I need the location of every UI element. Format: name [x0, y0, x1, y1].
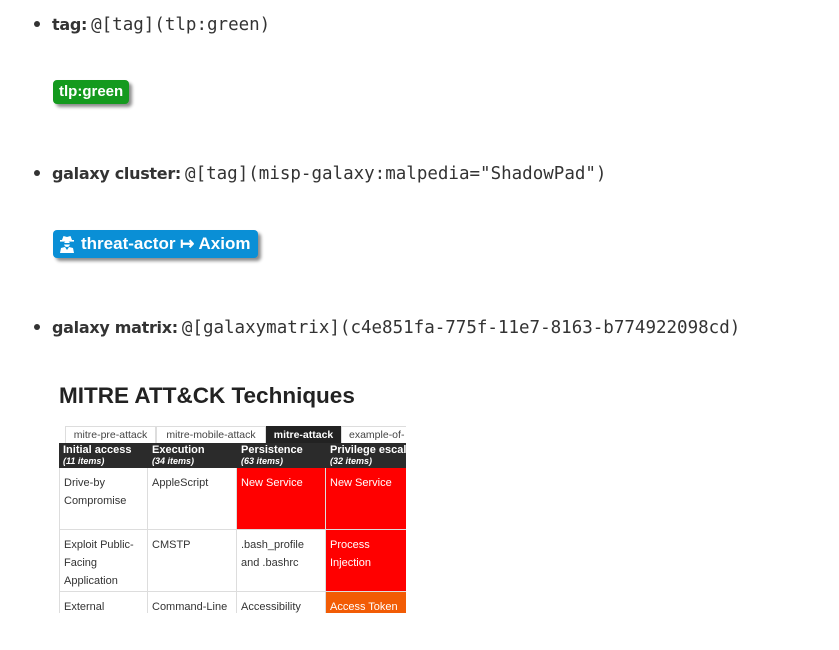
matrix-title: MITRE ATT&CK Techniques: [59, 383, 355, 408]
technique-cell[interactable]: Accessibility: [237, 592, 326, 613]
tlp-green-tag[interactable]: tlp:green: [53, 80, 130, 104]
item-code: @[tag](misp-galaxy:malpedia="ShadowPad"): [185, 164, 607, 184]
tag-text: threat-actor ↦ Axiom: [81, 234, 251, 253]
attack-matrix: mitre-pre-attack mitre-mobile-attack mit…: [59, 426, 406, 613]
technique-cell[interactable]: New Service: [237, 468, 326, 530]
technique-cell[interactable]: Access Token: [326, 592, 406, 613]
bullet: [34, 170, 40, 176]
technique-cell[interactable]: External: [59, 592, 148, 613]
technique-cell[interactable]: Exploit Public-Facing Application: [59, 530, 148, 592]
column-name: Privilege escala: [330, 444, 406, 456]
item-code: @[galaxymatrix](c4e851fa-775f-11e7-8163-…: [181, 318, 741, 338]
item-label: galaxy cluster:: [52, 164, 182, 183]
galaxy-cluster-tag[interactable]: threat-actor ↦ Axiom: [53, 230, 259, 258]
column-count: (32 items): [330, 456, 373, 466]
column-name: Persistence: [241, 444, 303, 456]
column-header: Initial access (11 items): [59, 443, 148, 468]
technique-cell[interactable]: Command-Line: [148, 592, 237, 613]
tab-mitre-attack[interactable]: mitre-attack: [266, 426, 341, 443]
list-item-galaxy-cluster: galaxy cluster: @[tag](misp-galaxy:malpe…: [34, 164, 606, 184]
technique-cell[interactable]: .bash_profile and .bashrc: [237, 530, 326, 592]
technique-cell[interactable]: New Service: [326, 468, 406, 530]
bullet: [34, 21, 40, 27]
column-name: Initial access: [63, 444, 132, 456]
technique-cell[interactable]: CMSTP: [148, 530, 237, 592]
item-code: @[tag](tlp:green): [91, 15, 271, 35]
column-header: Execution (34 items): [148, 443, 237, 468]
tab-mitre-mobile-attack[interactable]: mitre-mobile-attack: [156, 426, 266, 443]
column-header: Privilege escala (32 items): [326, 443, 406, 468]
technique-cell[interactable]: AppleScript: [148, 468, 237, 530]
list-item-tag: tag: @[tag](tlp:green): [34, 15, 270, 35]
tab-example-of[interactable]: example-of-: [341, 426, 406, 443]
tab-mitre-pre-attack[interactable]: mitre-pre-attack: [65, 426, 156, 443]
column-count: (11 items): [63, 456, 105, 466]
user-secret-icon: [60, 236, 74, 253]
item-label: galaxy matrix:: [52, 318, 178, 337]
column-name: Execution: [152, 444, 205, 456]
technique-cell[interactable]: Process Injection: [326, 530, 406, 592]
technique-cell[interactable]: Drive-by Compromise: [59, 468, 148, 530]
matrix-tabs: mitre-pre-attack mitre-mobile-attack mit…: [59, 426, 406, 443]
item-label: tag:: [52, 15, 88, 34]
column-count: (63 items): [241, 456, 284, 466]
column-count: (34 items): [152, 456, 195, 466]
bullet: [34, 324, 40, 330]
list-item-galaxy-matrix: galaxy matrix: @[galaxymatrix](c4e851fa-…: [34, 318, 740, 338]
column-header: Persistence (63 items): [237, 443, 326, 468]
